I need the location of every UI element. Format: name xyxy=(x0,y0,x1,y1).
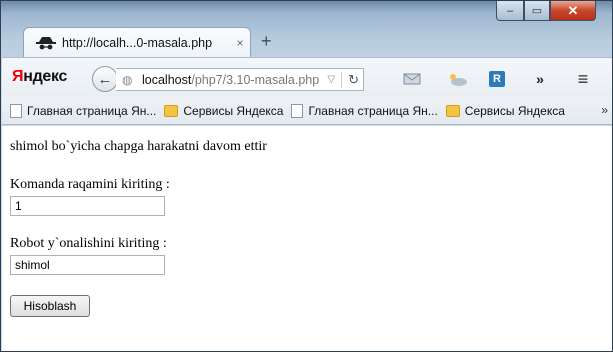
folder-icon xyxy=(445,104,460,117)
hamburger-menu-icon[interactable]: ≡ xyxy=(574,69,592,89)
minimize-button[interactable]: – xyxy=(496,1,524,21)
bookmark-label: Сервисы Яндекса xyxy=(464,103,565,118)
bookmarks-overflow-icon[interactable]: » xyxy=(601,103,608,117)
url-path: /php7/3.10-masala.php xyxy=(191,72,320,87)
robot-direction-input[interactable] xyxy=(10,255,165,275)
bookmark-item[interactable]: Главная страница Ян... xyxy=(10,103,157,118)
page-icon xyxy=(10,103,22,118)
new-tab-button[interactable]: + xyxy=(261,31,272,52)
mail-icon[interactable] xyxy=(402,70,422,88)
extension-icon[interactable]: R xyxy=(489,71,505,87)
url-host: localhost xyxy=(142,72,192,87)
url-dropdown-icon[interactable]: ▽ xyxy=(327,74,335,85)
bookmark-folder[interactable]: Сервисы Яндекса xyxy=(445,103,565,118)
tab-title: http://localh...0-masala.php xyxy=(62,35,213,50)
folder-icon xyxy=(164,104,179,117)
bookmark-folder[interactable]: Сервисы Яндекса xyxy=(164,104,283,118)
calculate-button[interactable]: Hisoblash xyxy=(10,295,90,317)
bookmark-item[interactable]: Главная страница Ян... xyxy=(291,103,438,118)
weather-icon[interactable] xyxy=(445,70,469,88)
maximize-button[interactable]: ▭ xyxy=(524,1,550,21)
bookmark-label: Сервисы Яндекса xyxy=(183,103,284,118)
site-info-icon[interactable]: ◍ xyxy=(122,73,138,87)
address-bar[interactable]: ◍ localhost /php7/3.10-masala.php ▽ ↻ xyxy=(116,68,364,91)
tab-close-icon[interactable]: × xyxy=(230,36,250,50)
close-window-button[interactable]: ✕ xyxy=(550,1,596,21)
yandex-logo[interactable]: Яндекс xyxy=(12,68,67,86)
back-arrow-icon: ← xyxy=(97,70,113,88)
bookmark-label: Главная страница Ян... xyxy=(27,103,157,118)
navigation-bar: Яндекс ← ◍ localhost /php7/3.10-masala.p… xyxy=(2,57,612,97)
url-separator xyxy=(341,71,343,88)
result-message: shimol bo`yicha chapga harakatni davom e… xyxy=(10,139,267,154)
robot-direction-label: Robot y`onalishini kiriting : xyxy=(10,236,167,251)
page-content: shimol bo`yicha chapga harakatni davom e… xyxy=(2,126,612,351)
command-number-label: Komanda raqamini kiriting : xyxy=(10,177,170,192)
window-controls: – ▭ ✕ xyxy=(496,1,596,23)
private-browsing-icon xyxy=(36,36,56,49)
browser-window: – ▭ ✕ http://localh...0-masala.php × + Я… xyxy=(0,0,613,352)
reload-icon[interactable]: ↻ xyxy=(348,72,359,88)
browser-tab[interactable]: http://localh...0-masala.php × xyxy=(23,27,251,57)
back-button[interactable]: ← xyxy=(92,66,118,92)
command-number-input[interactable] xyxy=(10,196,165,216)
bookmark-label: Главная страница Ян... xyxy=(308,103,438,118)
more-tools-icon[interactable]: » xyxy=(532,70,548,88)
page-icon xyxy=(291,103,304,118)
bookmarks-bar: Главная страница Ян... Сервисы Яндекса Г… xyxy=(2,97,612,125)
